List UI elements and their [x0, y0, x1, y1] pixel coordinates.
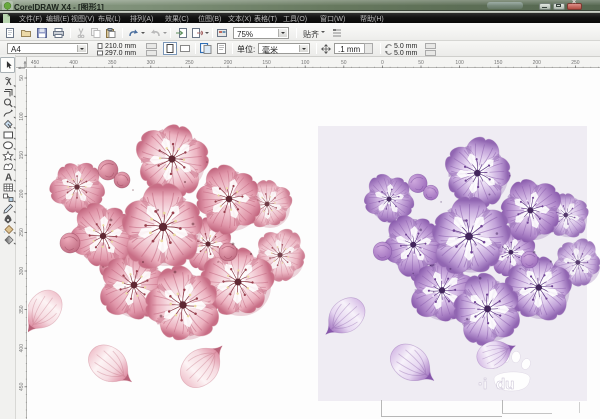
svg-text:450: 450: [31, 60, 40, 66]
svg-text:250: 250: [19, 228, 25, 237]
svg-text:300: 300: [147, 60, 156, 66]
svg-text:100: 100: [301, 60, 310, 66]
svg-text:350: 350: [108, 60, 117, 66]
svg-text:·i: ·i: [478, 376, 487, 393]
svg-text:A: A: [5, 173, 12, 184]
svg-text:200: 200: [533, 60, 542, 66]
svg-text:250: 250: [571, 60, 580, 66]
svg-text:100: 100: [455, 60, 464, 66]
svg-text:400: 400: [69, 60, 78, 66]
svg-text:400: 400: [19, 344, 25, 353]
svg-text:250: 250: [185, 60, 194, 66]
svg-text:50: 50: [418, 60, 424, 66]
svg-text:300: 300: [19, 267, 25, 276]
svg-text:150: 150: [19, 151, 25, 160]
svg-text:200: 200: [19, 189, 25, 198]
svg-text:100: 100: [19, 112, 25, 121]
svg-text:450: 450: [19, 382, 25, 391]
svg-text:du: du: [496, 376, 514, 393]
svg-text:200: 200: [224, 60, 233, 66]
svg-text:150: 150: [262, 60, 271, 66]
svg-text:150: 150: [494, 60, 503, 66]
svg-text:50: 50: [341, 60, 347, 66]
svg-text:350: 350: [19, 305, 25, 314]
svg-text:0: 0: [381, 60, 384, 66]
svg-text:50: 50: [19, 75, 25, 81]
